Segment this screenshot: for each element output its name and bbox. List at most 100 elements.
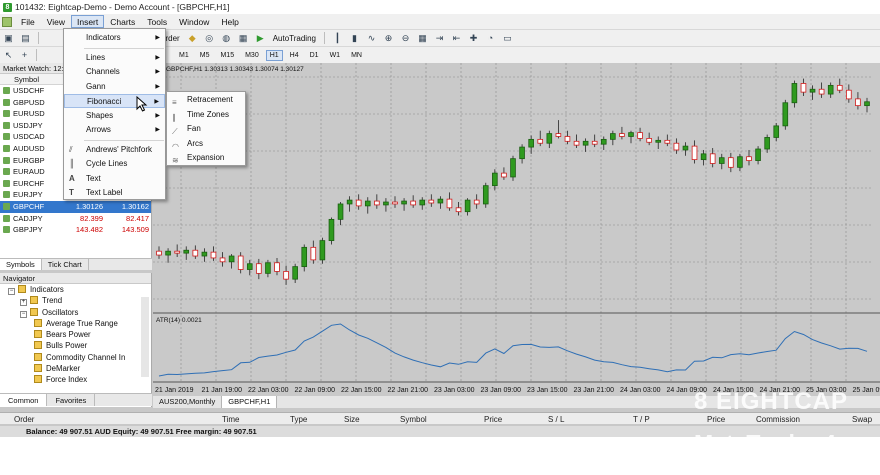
crosshair-icon[interactable]: + <box>18 49 31 61</box>
col-tp[interactable]: T / P <box>633 415 650 424</box>
atr-line <box>158 323 868 377</box>
timeframe-h1[interactable]: H1 <box>265 49 283 61</box>
candlestick-chart[interactable]: 21 Jan 2019 21 Jan 19:00 22 Jan 03:00 22 Ja… <box>153 63 880 396</box>
timeframe-w1[interactable]: W1 <box>326 50 345 61</box>
menu-charts[interactable]: Charts <box>104 15 141 28</box>
indicators-icon[interactable]: ✚ <box>467 32 480 44</box>
col-commission[interactable]: Commission <box>756 415 800 424</box>
line-chart-icon[interactable]: ∿ <box>365 32 378 44</box>
candle-bullish <box>809 88 816 93</box>
navigator-item[interactable]: DeMarker <box>0 363 151 374</box>
menu-item-channels[interactable]: Channels ▶ <box>64 65 165 79</box>
tree-expander-icon[interactable]: + <box>20 299 27 307</box>
menu-item-fib-expansion[interactable]: ≋ Expansion <box>167 151 245 166</box>
timeframe-h4[interactable]: H4 <box>286 50 303 61</box>
candle-bearish <box>800 83 807 93</box>
candle-bullish <box>419 199 426 206</box>
timeframe-m30[interactable]: M30 <box>241 50 263 61</box>
menu-item-shapes[interactable]: Shapes ▶ <box>64 109 165 123</box>
menu-item-fibonacci[interactable]: Fibonacci ▶ <box>64 94 165 108</box>
periods-icon[interactable]: ◔ <box>484 32 497 44</box>
chart-shift-icon[interactable]: ⇤ <box>450 32 463 44</box>
tab-symbols[interactable]: Symbols <box>0 259 42 270</box>
navigator-item[interactable]: Bears Power <box>0 329 151 340</box>
candlestick-icon[interactable]: ▮ <box>348 32 361 44</box>
menu-item-gann[interactable]: Gann ▶ <box>64 80 165 94</box>
menu-insert[interactable]: Insert <box>70 15 105 28</box>
users-icon[interactable]: ◎ <box>203 32 216 44</box>
navigator-item-label: Commodity Channel In <box>46 352 126 362</box>
navigator-item[interactable]: Commodity Channel In <box>0 352 151 363</box>
menu-item-arrows[interactable]: Arrows ▶ <box>64 123 165 137</box>
tab-favorites[interactable]: Favorites <box>47 394 96 406</box>
col-size[interactable]: Size <box>344 415 360 424</box>
timeframe-mn[interactable]: MN <box>347 50 366 61</box>
autotrading-button[interactable]: AutoTrading <box>271 34 318 43</box>
market-watch-row[interactable]: CADJPY 82.399 82.417 <box>0 213 151 225</box>
navigator-panel: Navigator − Indicators + Trend − Oscillators A… <box>0 273 152 407</box>
menu-item-fib-fan[interactable]: ⟋ Fan <box>167 122 245 137</box>
candle-bullish <box>582 140 589 146</box>
menu-file[interactable]: File <box>15 15 41 28</box>
col-order[interactable]: Order <box>14 415 34 424</box>
tab-aus200-monthly[interactable]: AUS200,Monthly <box>153 396 223 408</box>
menu-item-lines[interactable]: Lines ▶ <box>64 51 165 65</box>
menu-view[interactable]: View <box>41 15 71 28</box>
menu-item-fib-retracement[interactable]: ≡ Retracement <box>167 93 245 108</box>
timeframe-m15[interactable]: M15 <box>216 50 238 61</box>
tree-expander-icon[interactable]: − <box>20 310 27 318</box>
new-chart-icon[interactable]: ▣ <box>2 32 15 44</box>
col-sl[interactable]: S / L <box>548 415 564 424</box>
menu-item-text-label[interactable]: T Text Label <box>64 186 165 200</box>
globe-icon[interactable]: ◍ <box>220 32 233 44</box>
tab-common[interactable]: Common <box>0 394 48 406</box>
col-swap[interactable]: Swap <box>852 415 872 424</box>
candle-bearish <box>818 88 825 95</box>
col-time[interactable]: Time <box>222 415 239 424</box>
menu-item-indicators[interactable]: Indicators ▶ <box>64 31 165 45</box>
candle-bullish <box>492 172 498 187</box>
strategy-tester-icon[interactable]: ▦ <box>237 32 250 44</box>
menu-help[interactable]: Help <box>215 15 244 28</box>
templates-icon[interactable]: ▭ <box>501 32 514 44</box>
menu-item-cycle-lines[interactable]: ║ Cycle Lines <box>64 157 165 171</box>
timeframe-d1[interactable]: D1 <box>306 50 323 61</box>
col-price-current[interactable]: Price <box>707 415 725 424</box>
col-price[interactable]: Price <box>484 415 502 424</box>
ask-price: 143.509 <box>121 225 149 235</box>
zoom-in-icon[interactable]: ⊕ <box>382 32 395 44</box>
market-watch-row[interactable]: GBPCHF 1.30126 1.30162 <box>0 200 151 213</box>
tab-tick-chart[interactable]: Tick Chart <box>42 259 89 270</box>
chart-window[interactable]: 21 Jan 2019 21 Jan 19:00 22 Jan 03:00 22 Ja… <box>153 63 880 396</box>
autoscroll-icon[interactable]: ⇥ <box>433 32 446 44</box>
zoom-out-icon[interactable]: ⊖ <box>399 32 412 44</box>
cursor-icon[interactable]: ↖ <box>2 49 15 61</box>
autotrading-icon[interactable]: ▶ <box>254 32 267 44</box>
timeframe-m5[interactable]: M5 <box>196 50 214 61</box>
menu-item-fib-time-zones[interactable]: ∥ Time Zones <box>167 108 245 123</box>
navigator-item[interactable]: − Indicators <box>0 284 151 295</box>
menu-tools[interactable]: Tools <box>141 15 173 28</box>
navigator-item[interactable]: Force Index <box>0 374 151 385</box>
menu-window[interactable]: Window <box>173 15 215 28</box>
tree-expander-icon[interactable]: − <box>8 288 15 295</box>
market-watch-row[interactable]: GBPJPY 143.482 143.509 <box>0 224 151 236</box>
time-axis-label: 22 Jan 21:00 <box>388 387 429 394</box>
bar-chart-icon[interactable]: ┃ <box>331 32 344 44</box>
tab-gbpchf-h1[interactable]: GBPCHF,H1 <box>222 396 278 408</box>
menu-item-fib-arcs[interactable]: ◠ Arcs <box>167 137 245 152</box>
navigator-item[interactable]: Average True Range <box>0 318 151 329</box>
metaeditor-icon[interactable]: ◆ <box>186 32 199 44</box>
navigator-scrollbar[interactable] <box>141 297 149 377</box>
profiles-icon[interactable]: ▤ <box>19 32 32 44</box>
navigator-item[interactable]: − Oscillators <box>0 307 151 318</box>
document-icon[interactable] <box>2 16 12 27</box>
menu-item-andrews-pitchfork[interactable]: ⫽ Andrews' Pitchfork <box>64 143 165 157</box>
navigator-item[interactable]: + Trend <box>0 295 151 307</box>
col-type[interactable]: Type <box>290 415 307 424</box>
navigator-item[interactable]: Bulls Power <box>0 340 151 351</box>
tile-windows-icon[interactable]: ▦ <box>416 32 429 44</box>
menu-item-text[interactable]: A Text <box>64 172 165 186</box>
col-symbol[interactable]: Symbol <box>400 415 427 424</box>
timeframe-m1[interactable]: M1 <box>175 50 193 61</box>
